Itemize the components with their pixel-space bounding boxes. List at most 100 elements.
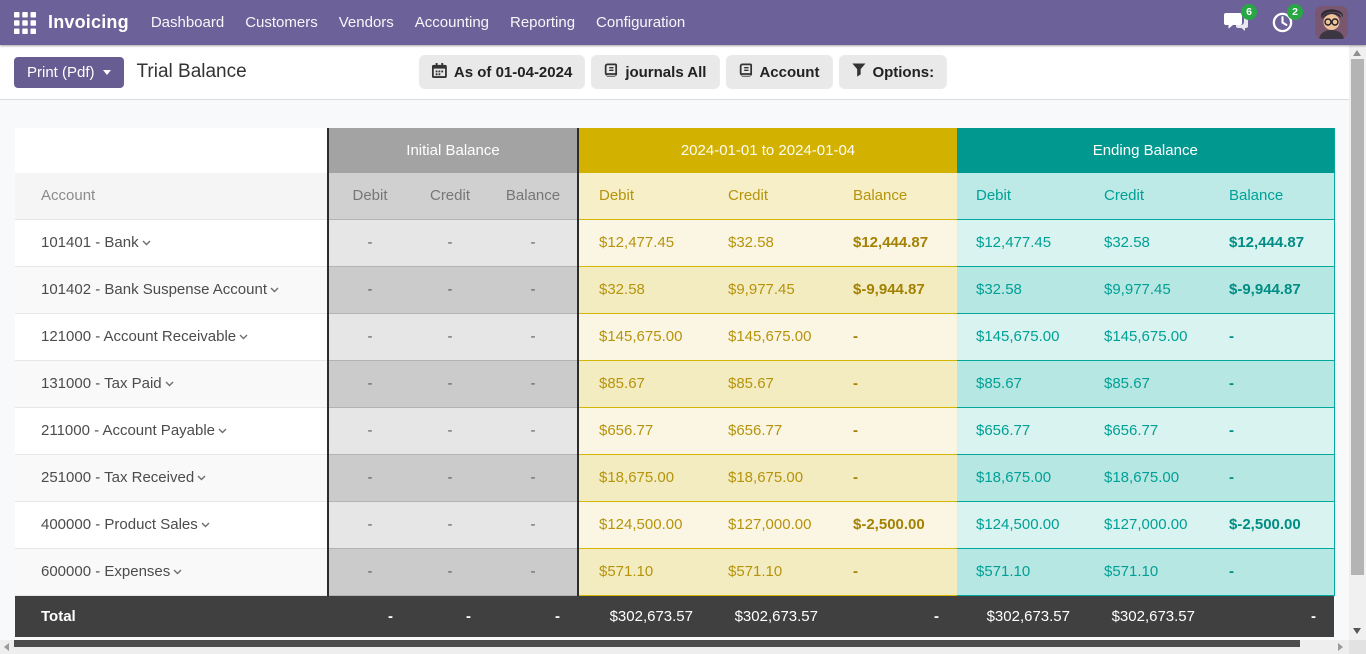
value-cell: $124,500.00 bbox=[578, 501, 708, 548]
group-header-blank bbox=[15, 128, 328, 173]
value-cell: - bbox=[328, 266, 411, 313]
horizontal-scrollbar-thumb[interactable] bbox=[14, 640, 1300, 647]
print-pdf-button[interactable]: Print (Pdf) bbox=[14, 57, 124, 88]
value-cell: $571.10 bbox=[708, 548, 833, 595]
user-avatar[interactable] bbox=[1315, 6, 1348, 39]
value-cell: - bbox=[833, 548, 957, 595]
value-cell: $145,675.00 bbox=[1085, 313, 1210, 360]
account-name: 211000 - Account Payable bbox=[41, 422, 215, 439]
value-cell: - bbox=[411, 219, 489, 266]
account-cell[interactable]: 211000 - Account Payable bbox=[15, 407, 328, 454]
menu-item-configuration[interactable]: Configuration bbox=[596, 2, 685, 43]
value-cell: - bbox=[1210, 407, 1334, 454]
table-row: 211000 - Account Payable---$656.77$656.7… bbox=[15, 407, 1334, 454]
value-cell: - bbox=[489, 548, 578, 595]
vertical-scrollbar-thumb[interactable] bbox=[1351, 59, 1364, 575]
account-name: 101402 - Bank Suspense Account bbox=[41, 281, 267, 298]
value-cell: - bbox=[411, 548, 489, 595]
column-header-period-balance: Balance bbox=[833, 173, 957, 219]
filter-button-3[interactable]: Options: bbox=[838, 55, 947, 89]
column-header-account: Account bbox=[15, 173, 328, 219]
table-row: 101401 - Bank---$12,477.45$32.58$12,444.… bbox=[15, 219, 1334, 266]
column-header-ending-balance: Balance bbox=[1210, 173, 1334, 219]
table-row: 131000 - Tax Paid---$85.67$85.67-$85.67$… bbox=[15, 360, 1334, 407]
total-value-cell: $302,673.57 bbox=[578, 595, 708, 637]
filter-button-label: Options: bbox=[872, 64, 934, 81]
menu-item-reporting[interactable]: Reporting bbox=[510, 2, 575, 43]
value-cell: $571.10 bbox=[1085, 548, 1210, 595]
table-row: 600000 - Expenses---$571.10$571.10-$571.… bbox=[15, 548, 1334, 595]
menu-item-dashboard[interactable]: Dashboard bbox=[151, 2, 224, 43]
value-cell: $127,000.00 bbox=[1085, 501, 1210, 548]
value-cell: $85.67 bbox=[578, 360, 708, 407]
activities-badge: 2 bbox=[1287, 4, 1303, 20]
value-cell: $-9,944.87 bbox=[833, 266, 957, 313]
value-cell: $145,675.00 bbox=[957, 313, 1085, 360]
scrollbar-corner bbox=[1349, 640, 1366, 654]
value-cell: $9,977.45 bbox=[708, 266, 833, 313]
main-menu: Dashboard Customers Vendors Accounting Repor… bbox=[151, 2, 685, 43]
filter-button-0[interactable]: As of 01-04-2024 bbox=[419, 55, 585, 89]
journal-icon bbox=[738, 63, 752, 82]
horizontal-scrollbar[interactable] bbox=[0, 640, 1349, 654]
table-row: 400000 - Product Sales---$124,500.00$127… bbox=[15, 501, 1334, 548]
value-cell: - bbox=[328, 360, 411, 407]
apps-grid-icon[interactable] bbox=[12, 10, 38, 36]
value-cell: - bbox=[833, 407, 957, 454]
value-cell: $9,977.45 bbox=[1085, 266, 1210, 313]
value-cell: $656.77 bbox=[708, 407, 833, 454]
value-cell: $18,675.00 bbox=[708, 454, 833, 501]
account-cell[interactable]: 121000 - Account Receivable bbox=[15, 313, 328, 360]
activities-clock-icon[interactable]: 2 bbox=[1269, 11, 1295, 35]
chevron-down-icon bbox=[103, 70, 111, 75]
value-cell: - bbox=[489, 454, 578, 501]
value-cell: $127,000.00 bbox=[708, 501, 833, 548]
calendar-icon bbox=[432, 63, 447, 82]
account-cell[interactable]: 400000 - Product Sales bbox=[15, 501, 328, 548]
account-cell[interactable]: 131000 - Tax Paid bbox=[15, 360, 328, 407]
filter-bar: As of 01-04-2024journals All Account Optio… bbox=[419, 55, 947, 89]
scroll-left-arrow-icon[interactable] bbox=[4, 643, 9, 651]
scroll-right-arrow-icon[interactable] bbox=[1338, 643, 1343, 651]
filter-icon bbox=[851, 63, 865, 81]
messages-icon[interactable]: 6 bbox=[1223, 11, 1249, 35]
group-header-initial-balance: Initial Balance bbox=[328, 128, 578, 173]
scroll-up-arrow-icon[interactable] bbox=[1353, 50, 1361, 56]
value-cell: - bbox=[411, 360, 489, 407]
total-label: Total bbox=[15, 595, 328, 637]
chevron-down-icon bbox=[270, 281, 279, 298]
filter-button-2[interactable]: Account bbox=[725, 55, 832, 89]
chevron-down-icon bbox=[173, 563, 182, 580]
print-pdf-label: Print (Pdf) bbox=[27, 64, 95, 81]
value-cell: - bbox=[411, 454, 489, 501]
total-value-cell: - bbox=[833, 595, 957, 637]
account-cell[interactable]: 101401 - Bank bbox=[15, 219, 328, 266]
chevron-down-icon bbox=[197, 469, 206, 486]
page: Invoicing Dashboard Customers Vendors Accou… bbox=[0, 0, 1366, 654]
filter-button-1[interactable]: journals All bbox=[591, 55, 719, 89]
value-cell: - bbox=[328, 454, 411, 501]
value-cell: $-9,944.87 bbox=[1210, 266, 1334, 313]
account-cell[interactable]: 600000 - Expenses bbox=[15, 548, 328, 595]
total-value-cell: $302,673.57 bbox=[708, 595, 833, 637]
menu-item-customers[interactable]: Customers bbox=[245, 2, 318, 43]
column-header-initial-credit: Credit bbox=[411, 173, 489, 219]
app-name[interactable]: Invoicing bbox=[48, 12, 129, 33]
vertical-scrollbar[interactable] bbox=[1349, 45, 1366, 640]
menu-item-accounting[interactable]: Accounting bbox=[415, 2, 489, 43]
top-navbar: Invoicing Dashboard Customers Vendors Accou… bbox=[0, 0, 1366, 45]
scroll-down-arrow-icon[interactable] bbox=[1353, 628, 1361, 634]
account-cell[interactable]: 101402 - Bank Suspense Account bbox=[15, 266, 328, 313]
value-cell: $85.67 bbox=[1085, 360, 1210, 407]
account-cell[interactable]: 251000 - Tax Received bbox=[15, 454, 328, 501]
value-cell: $571.10 bbox=[957, 548, 1085, 595]
filter-button-label: Account bbox=[759, 64, 819, 81]
chevron-down-icon bbox=[239, 328, 248, 345]
value-cell: - bbox=[328, 548, 411, 595]
value-cell: $12,477.45 bbox=[957, 219, 1085, 266]
value-cell: $145,675.00 bbox=[708, 313, 833, 360]
menu-item-vendors[interactable]: Vendors bbox=[339, 2, 394, 43]
total-value-cell: $302,673.57 bbox=[1085, 595, 1210, 637]
value-cell: - bbox=[489, 360, 578, 407]
account-name: 101401 - Bank bbox=[41, 234, 139, 251]
